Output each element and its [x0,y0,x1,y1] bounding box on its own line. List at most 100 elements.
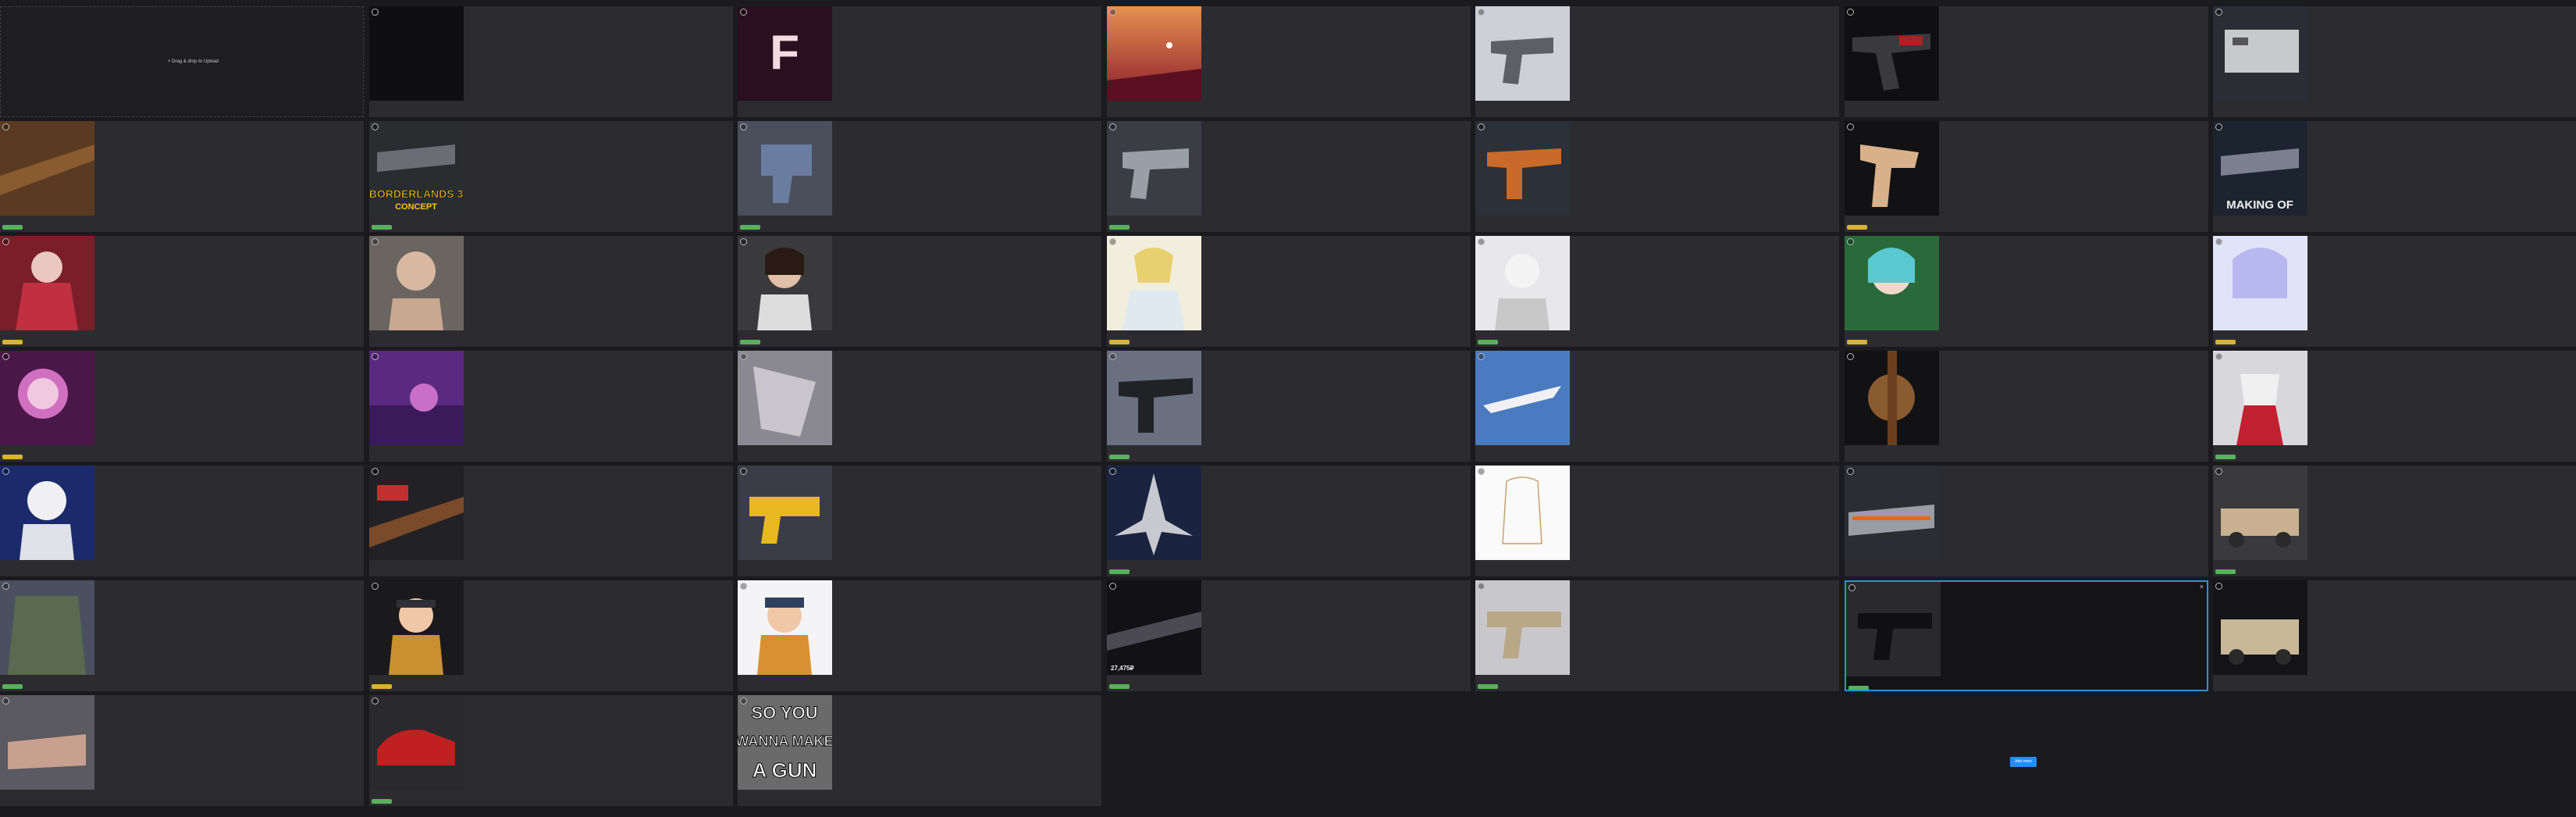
select-checkbox[interactable] [1478,468,1485,475]
select-checkbox[interactable] [1478,9,1485,16]
asset-card[interactable] [738,580,1101,691]
asset-thumbnail[interactable]: F [738,6,832,101]
asset-thumbnail[interactable] [369,236,464,330]
asset-card[interactable] [1845,351,2208,462]
asset-thumbnail[interactable] [1845,6,1939,101]
asset-card[interactable] [369,466,733,576]
asset-thumbnail[interactable] [1107,6,1201,101]
select-checkbox[interactable] [740,697,747,705]
asset-card[interactable] [1475,236,1839,347]
asset-card[interactable]: F [738,6,1101,117]
select-checkbox[interactable] [1109,468,1116,475]
asset-thumbnail[interactable]: MAKING OF [2213,121,2307,216]
asset-thumbnail[interactable] [738,580,832,675]
select-checkbox[interactable] [372,9,379,16]
asset-card[interactable] [1107,6,1471,117]
asset-card[interactable] [369,580,733,691]
asset-card[interactable] [0,580,364,691]
asset-card[interactable] [2213,236,2576,347]
select-checkbox[interactable] [2,238,9,245]
asset-card[interactable] [1845,466,2208,576]
asset-thumbnail[interactable] [1846,582,1941,676]
asset-thumbnail[interactable] [1845,351,1939,445]
asset-thumbnail[interactable] [1845,236,1939,330]
select-checkbox[interactable] [1478,353,1485,360]
asset-thumbnail[interactable] [2213,580,2307,675]
asset-thumbnail[interactable] [1845,466,1939,560]
select-checkbox[interactable] [1478,238,1485,245]
select-checkbox[interactable] [740,238,747,245]
asset-thumbnail[interactable] [369,580,464,675]
asset-thumbnail[interactable] [738,236,832,330]
select-checkbox[interactable] [2,353,9,360]
asset-card[interactable] [369,6,733,117]
asset-thumbnail[interactable] [738,351,832,445]
select-checkbox[interactable] [2215,353,2222,360]
select-checkbox[interactable] [1478,583,1485,590]
select-checkbox[interactable] [1847,353,1854,360]
asset-thumbnail[interactable] [1475,121,1570,216]
asset-card[interactable] [1107,121,1471,232]
asset-thumbnail[interactable] [0,121,94,216]
asset-thumbnail[interactable] [738,466,832,560]
asset-thumbnail[interactable] [1107,236,1201,330]
asset-thumbnail[interactable] [369,466,464,560]
asset-card[interactable] [738,236,1101,347]
select-checkbox[interactable] [740,123,747,130]
asset-card[interactable] [1475,121,1839,232]
select-checkbox[interactable] [2,583,9,590]
select-checkbox[interactable] [1847,468,1854,475]
asset-thumbnail[interactable]: BORDERLANDS 3 CONCEPT [369,121,464,216]
select-checkbox[interactable] [740,468,747,475]
asset-card[interactable]: BORDERLANDS 3 CONCEPT [369,121,733,232]
asset-thumbnail[interactable] [1475,580,1570,675]
asset-card[interactable] [0,466,364,576]
select-checkbox[interactable] [1109,9,1116,16]
select-checkbox[interactable] [1109,353,1116,360]
select-checkbox[interactable] [372,353,379,360]
asset-card[interactable] [2213,6,2576,117]
select-checkbox[interactable] [1847,238,1854,245]
asset-thumbnail[interactable] [369,351,464,445]
asset-thumbnail[interactable] [1845,121,1939,216]
asset-card[interactable] [1107,466,1471,576]
asset-card[interactable] [1107,236,1471,347]
asset-card[interactable] [1845,236,2208,347]
select-checkbox[interactable] [372,238,379,245]
asset-thumbnail[interactable] [1107,466,1201,560]
asset-thumbnail[interactable] [2213,236,2307,330]
asset-card[interactable]: 27,475₽ [1107,580,1471,691]
asset-thumbnail[interactable] [1475,466,1570,560]
asset-thumbnail[interactable] [1475,6,1570,101]
select-checkbox[interactable] [740,353,747,360]
asset-card[interactable]: SO YOU WANNA MAKE A GUN [738,695,1101,806]
select-checkbox[interactable] [1847,9,1854,16]
select-checkbox[interactable] [740,9,747,16]
asset-card[interactable] [1475,351,1839,462]
asset-thumbnail[interactable] [2213,351,2307,445]
select-checkbox[interactable] [372,123,379,130]
asset-card[interactable] [2213,580,2576,691]
asset-thumbnail[interactable] [738,121,832,216]
asset-thumbnail[interactable] [369,6,464,101]
asset-thumbnail[interactable] [1475,236,1570,330]
asset-thumbnail[interactable] [0,351,94,445]
asset-thumbnail[interactable] [1107,351,1201,445]
select-checkbox[interactable] [2215,238,2222,245]
asset-card[interactable] [1475,580,1839,691]
asset-card[interactable] [0,351,364,462]
asset-card[interactable] [0,236,364,347]
asset-thumbnail[interactable]: 27,475₽ [1107,580,1201,675]
asset-card[interactable] [1845,121,2208,232]
asset-card[interactable] [1845,6,2208,117]
asset-thumbnail[interactable] [1475,351,1570,445]
select-checkbox[interactable] [740,583,747,590]
asset-thumbnail[interactable] [2213,466,2307,560]
select-checkbox[interactable] [1109,238,1116,245]
select-checkbox[interactable] [1109,583,1116,590]
select-checkbox[interactable] [372,697,379,705]
asset-card[interactable] [738,466,1101,576]
select-checkbox[interactable] [372,468,379,475]
asset-card[interactable] [369,695,733,806]
upload-dropzone[interactable]: + Drag & drop to Upload [0,6,364,117]
